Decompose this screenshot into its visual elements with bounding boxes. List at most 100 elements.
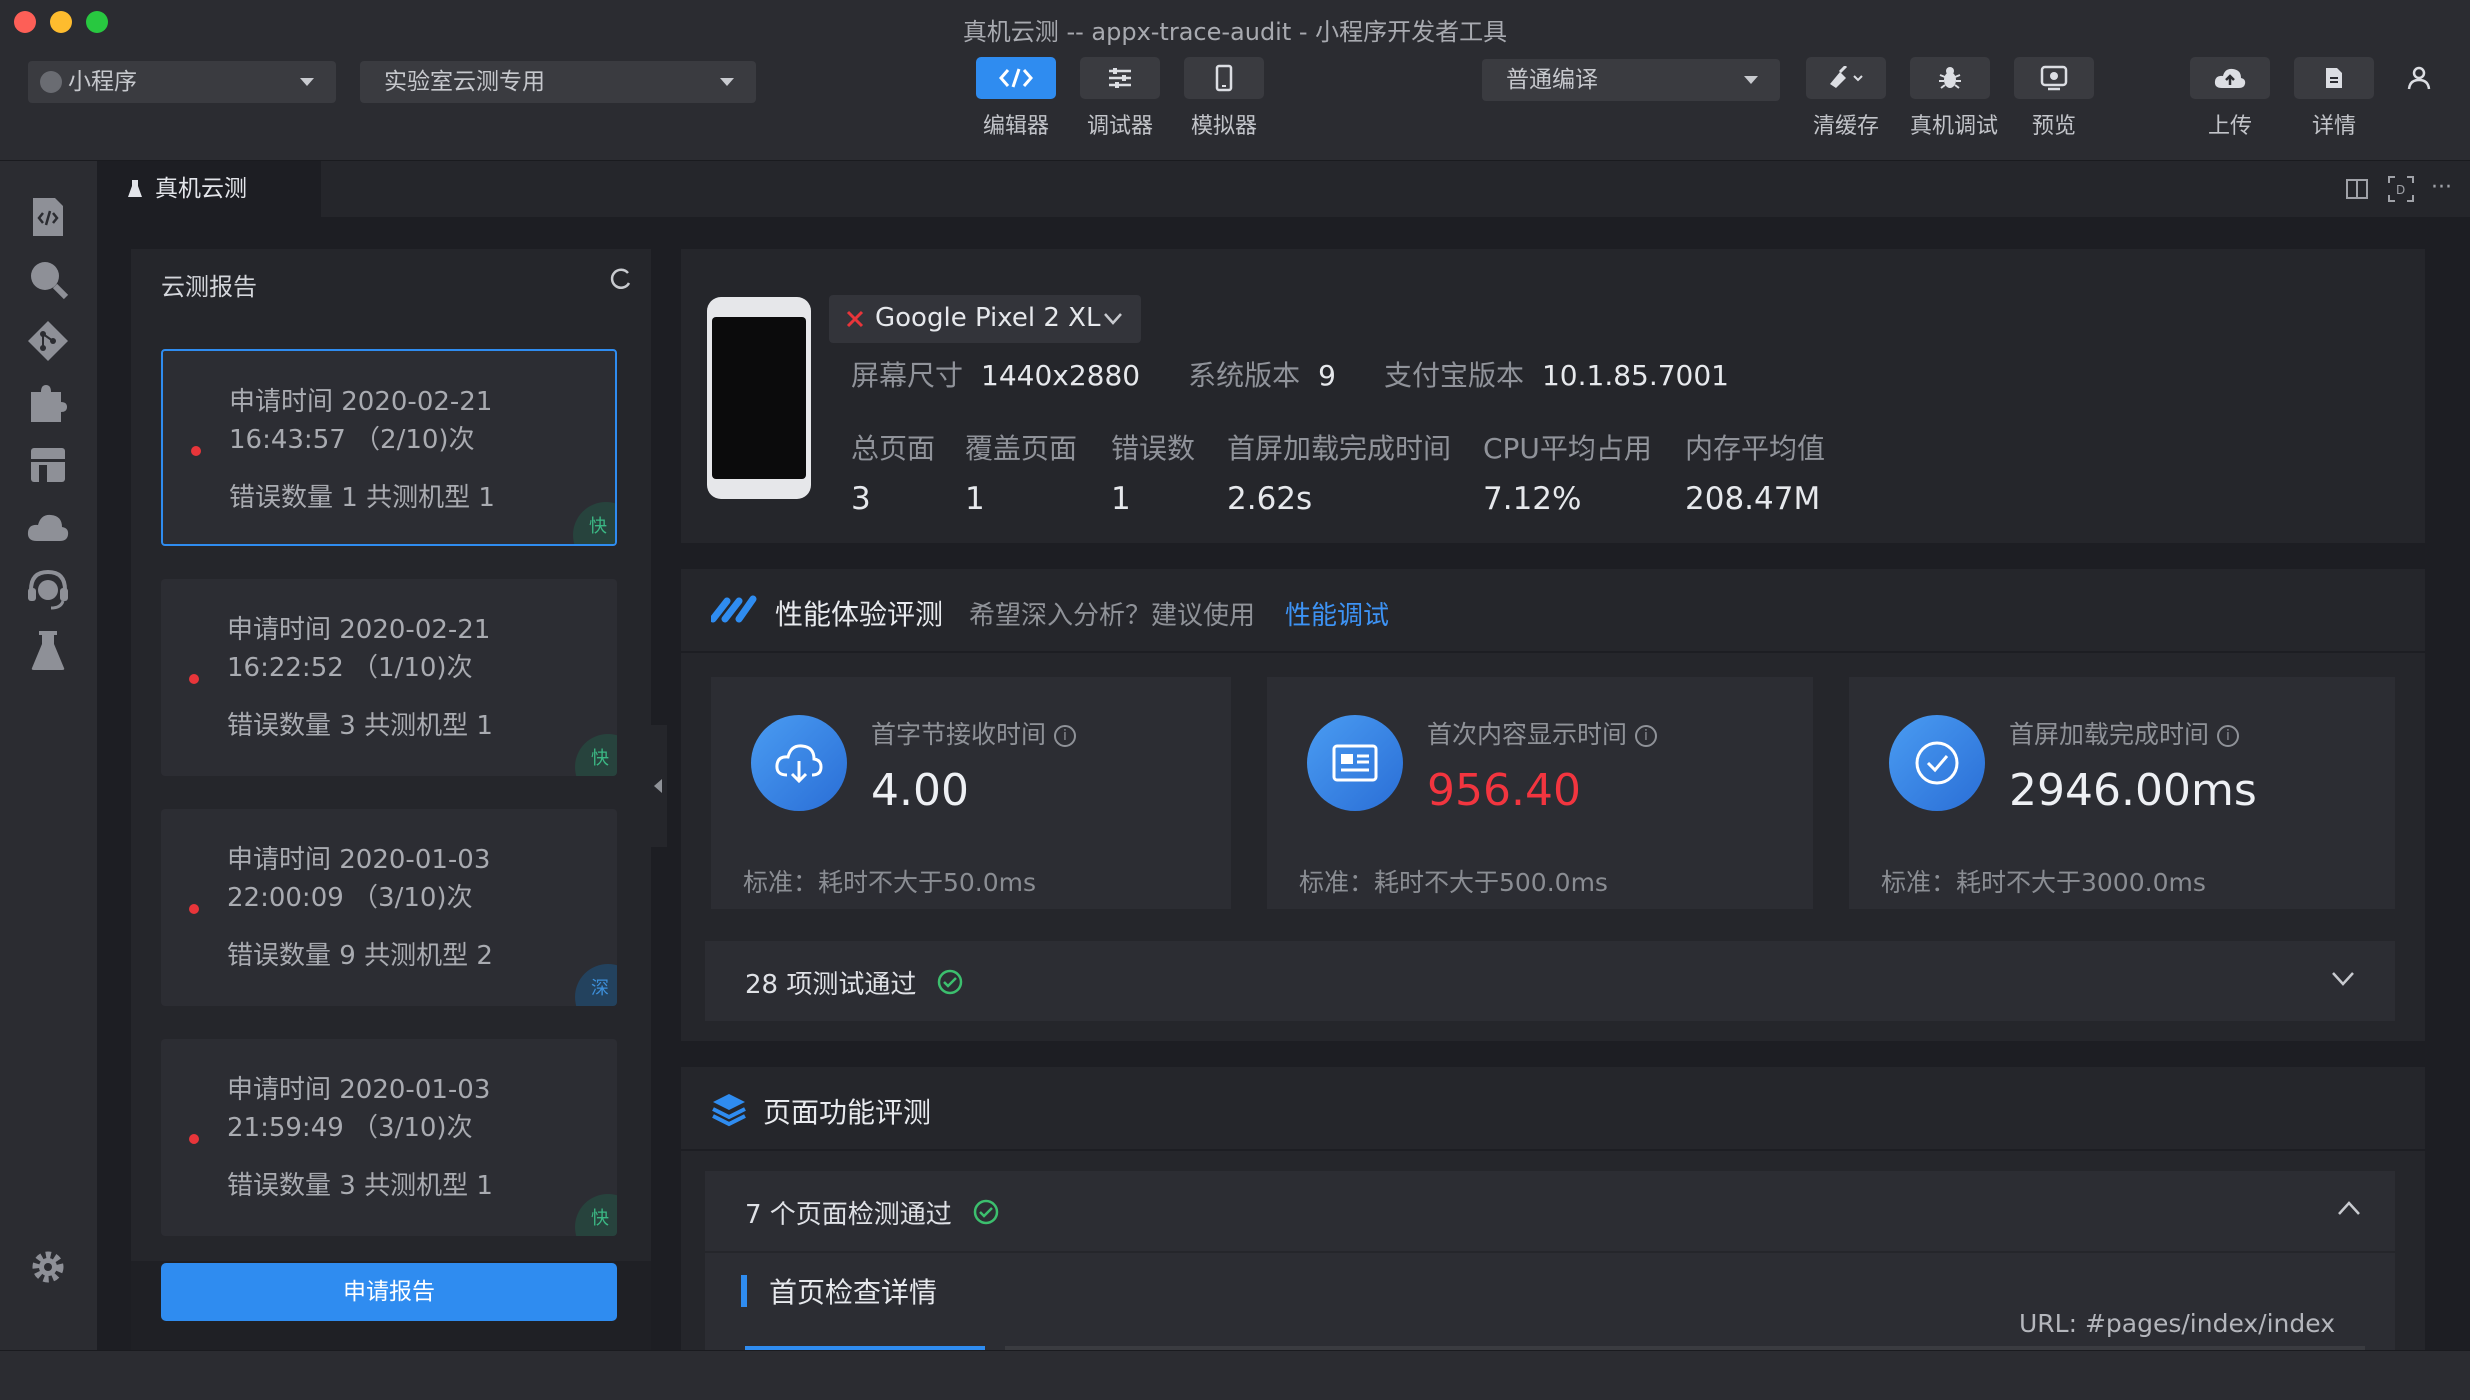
sliders-icon [1109,68,1131,88]
accent-bar [741,1275,747,1307]
git-icon[interactable] [24,317,72,365]
performance-title: 性能体验评测 [775,598,944,631]
metric-first-screen: 首屏加载完成时间 i 2946.00ms 标准：耗时不大于3000.0ms [1849,677,2395,909]
check-circle-icon [973,1199,999,1225]
code-file-icon[interactable] [24,193,72,241]
report-time: 申请时间 2020-01-03 [227,1075,491,1105]
report-item[interactable]: 申请时间 2020-02-21 16:22:52 （1/10)次 错误数量 3 … [161,579,617,776]
report-time: 申请时间 2020-01-03 [227,845,491,875]
report-time-detail: 22:00:09 （3/10)次 [227,883,473,913]
window-title: 真机云测 -- appx-trace-audit - 小程序开发者工具 [962,18,1508,46]
flask-icon [127,179,143,199]
screen-size-label: 屏幕尺寸 [851,359,964,392]
editor-button[interactable]: 编辑器 [976,57,1056,140]
performance-debug-link[interactable]: 性能调试 [1285,595,1389,632]
flask-icon[interactable] [24,627,72,675]
error-x-icon [846,310,864,328]
alipay-version-value: 10.1.85.7001 [1541,359,1729,392]
chevron-down-icon [720,78,734,86]
support-icon[interactable] [24,565,72,613]
chevron-down-icon [1744,76,1758,84]
report-tag: 快 [591,748,609,769]
broom-icon [1830,66,1863,88]
error-dot [191,446,201,456]
report-tag: 深 [591,978,609,999]
tests-passed-row[interactable]: 28 项测试通过 [705,941,2395,1021]
compile-mode-label: 普通编译 [1506,67,1598,93]
report-time-detail: 21:59:49 （3/10)次 [227,1113,473,1143]
report-stats: 错误数量 3 共测机型 1 [227,1171,493,1201]
check-circle-icon [1889,715,1985,811]
info-icon: i [1053,725,1076,747]
gear-icon[interactable] [24,1243,72,1291]
report-item[interactable]: 申请时间 2020-01-03 21:59:49 （3/10)次 错误数量 3 … [161,1039,617,1236]
cloud-download-icon [751,715,847,811]
device-debug-button[interactable]: 真机调试 [1910,57,1998,140]
device-select[interactable]: Google Pixel 2 XL [829,295,1141,343]
title-bar: 真机云测 -- appx-trace-audit - 小程序开发者工具 [0,0,2470,55]
project-type-label: 小程序 [68,69,137,95]
project-type-select[interactable]: 小程序 [28,61,336,103]
report-tag: 快 [591,1208,609,1229]
report-item[interactable]: 申请时间 2020-01-03 22:00:09 （3/10)次 错误数量 9 … [161,809,617,1006]
metric-standard: 标准：耗时不大于500.0ms [1299,868,1608,897]
report-item[interactable]: 申请时间 2020-02-21 16:43:57 （2/10)次 错误数量 1 … [161,349,617,546]
details-label: 详情 [2311,114,2356,139]
report-stats: 错误数量 9 共测机型 2 [227,941,493,971]
report-stats: 错误数量 3 共测机型 1 [227,711,493,741]
metric-title: 首屏加载完成时间 i [2009,715,2239,751]
toolbar: 小程序 实验室云测专用 编辑器 调试器 模拟器 普通编译 清缓存 真机调试 预览… [0,55,2470,161]
stat-covered-pages: 覆盖页面 1 [965,432,1078,517]
device-image [707,297,811,499]
refresh-icon[interactable] [609,267,633,291]
mode-select[interactable]: 实验室云测专用 [360,61,756,103]
collapse-panel-handle[interactable] [651,725,667,847]
focus-mode-icon[interactable]: D [2387,175,2415,203]
metric-ttfb: 首字节接收时间 i 4.00 标准：耗时不大于50.0ms [711,677,1231,909]
device-name: Google Pixel 2 XL [875,303,1101,333]
cloud-test-panel: 云测报告 申请时间 2020-02-21 16:43:57 （2/10)次 错误… [97,217,2470,1350]
bug-icon [1939,67,1961,89]
debugger-label: 调试器 [1086,114,1153,139]
document-icon [2326,68,2342,88]
debugger-button[interactable]: 调试器 [1080,57,1160,140]
cloud-icon[interactable] [24,503,72,551]
stat-cpu: CPU平均占用 7.12% [1483,432,1652,517]
preview-icon [2040,65,2068,91]
simulator-button[interactable]: 模拟器 [1184,57,1264,140]
os-version-value: 9 [1318,359,1336,392]
check-circle-icon [937,969,963,995]
search-icon[interactable] [24,255,72,303]
more-icon[interactable]: ··· [2431,175,2452,200]
page-url: URL: #pages/index/index [2018,1309,2335,1338]
tab-cloud-test[interactable]: 真机云测 [97,161,321,217]
metric-title: 首次内容显示时间 i [1427,715,1657,751]
tab-label: 真机云测 [155,176,247,202]
apply-report-button[interactable]: 申请报告 [161,1263,617,1321]
error-dot [189,1134,199,1144]
user-icon[interactable] [2406,65,2432,91]
screen-size-value: 1440x2880 [981,359,1141,392]
report-list-panel: 云测报告 申请时间 2020-02-21 16:43:57 （2/10)次 错误… [131,249,651,1350]
status-bar [0,1350,2470,1400]
upload-button[interactable]: 上传 [2190,57,2270,140]
chevron-down-icon [1104,313,1122,325]
preview-button[interactable]: 预览 [2014,57,2094,140]
alipay-version-label: 支付宝版本 [1383,359,1524,392]
page-eval-title: 页面功能评测 [763,1096,932,1129]
stat-first-screen-time: 首屏加载完成时间 2.62s [1227,432,1452,517]
metric-standard: 标准：耗时不大于50.0ms [743,868,1037,897]
split-editor-icon[interactable] [2345,177,2369,201]
report-time: 申请时间 2020-02-21 [229,387,493,417]
store-icon[interactable] [24,441,72,489]
details-button[interactable]: 详情 [2294,57,2374,140]
clear-cache-label: 清缓存 [1812,114,1879,139]
extensions-icon[interactable] [24,379,72,427]
pages-passed-row[interactable]: 7 个页面检测通过 [705,1171,2395,1251]
compile-mode-select[interactable]: 普通编译 [1482,59,1780,101]
report-tag: 快 [589,516,607,537]
clear-cache-button[interactable]: 清缓存 [1806,57,1886,140]
report-time-detail: 16:22:52 （1/10)次 [227,653,473,683]
cloud-upload-icon [2214,68,2246,88]
tab-strip: 真机云测 D ··· [97,161,2470,217]
